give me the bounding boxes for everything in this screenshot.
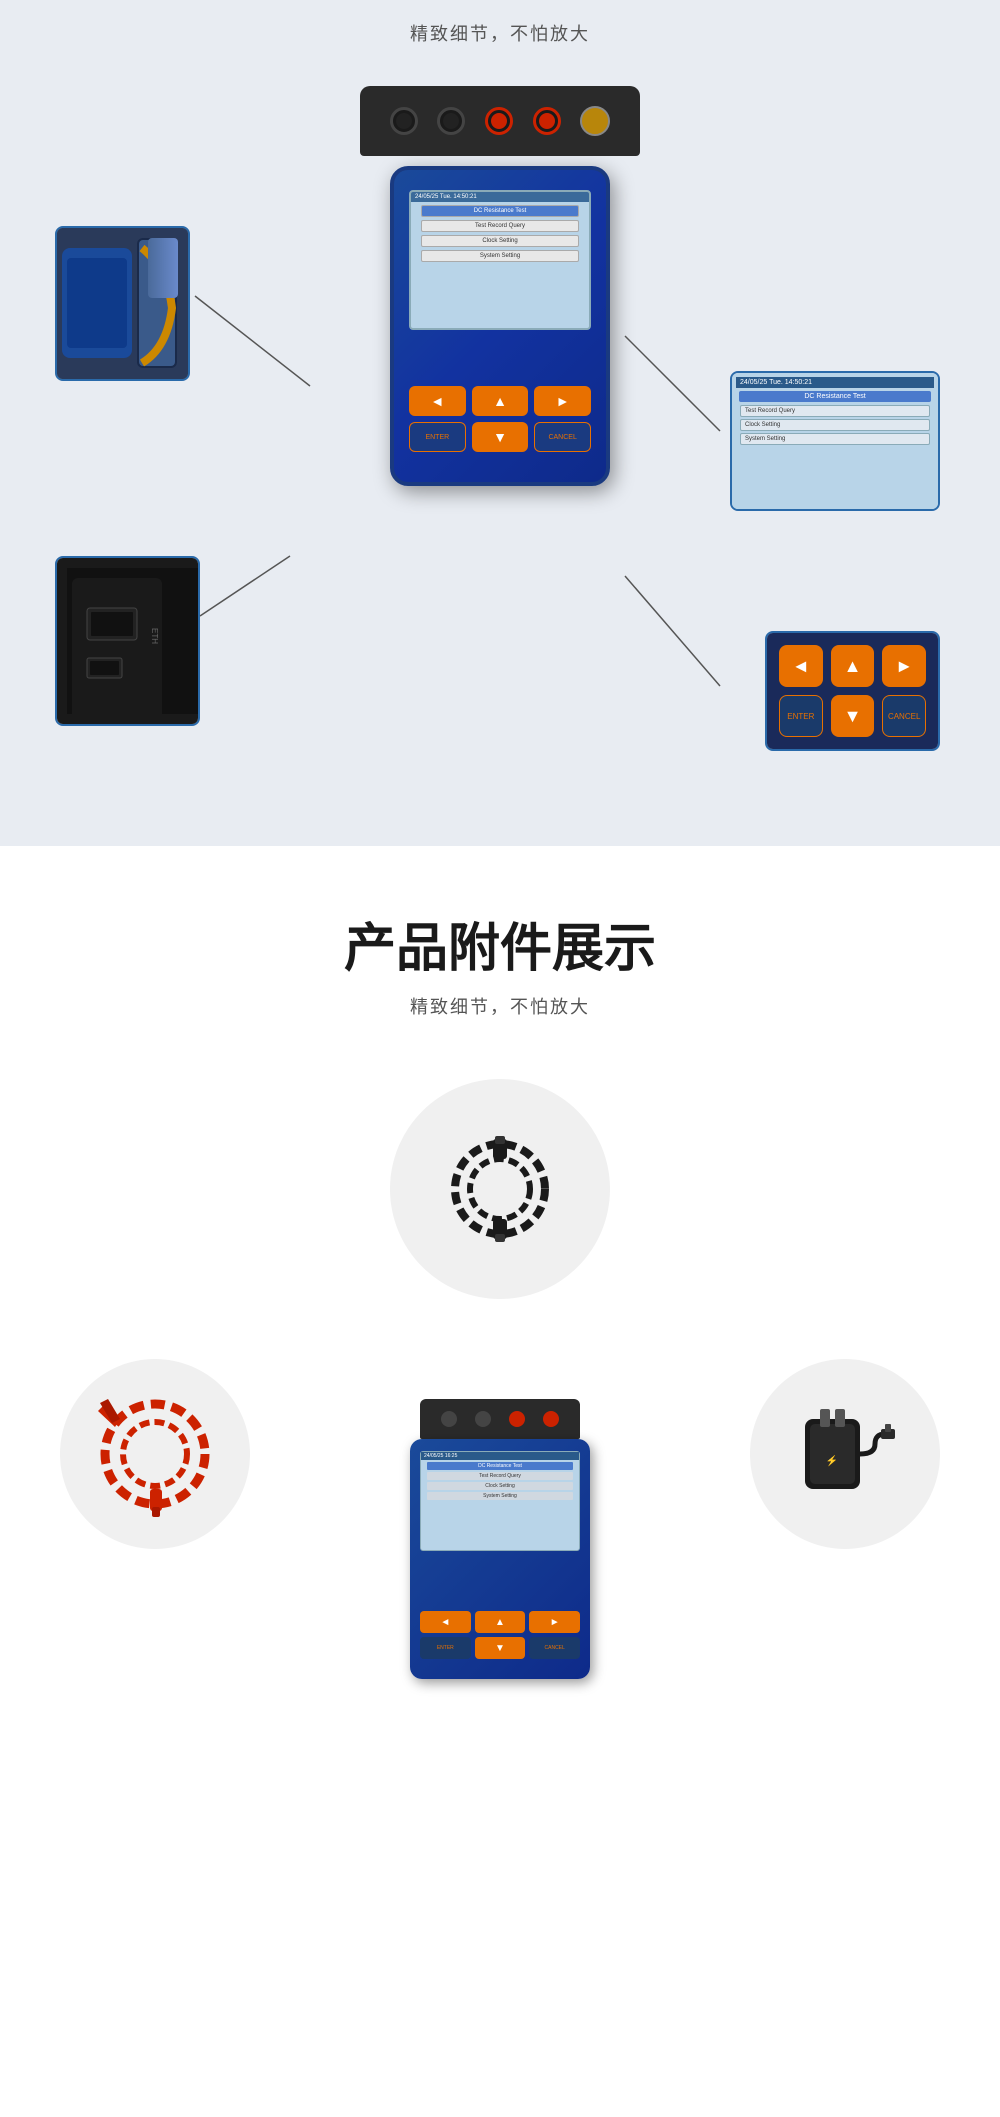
section2-accessories: 产品附件展示 精致细节，不怕放大	[0, 846, 1000, 1749]
mini-btns-grid: ◄ ▲ ► ENTER ▼ CANCEL	[420, 1611, 580, 1659]
mini-btn-enter[interactable]: ENTER	[420, 1637, 471, 1659]
zoom-btn-cancel[interactable]: CANCEL	[882, 695, 926, 737]
zoom-screen-menu-1: Test Record Query	[740, 405, 930, 417]
mini-pin-3	[509, 1411, 525, 1427]
mini-device: 24/05/25 16:25 DC Resistance Test Test R…	[400, 1399, 600, 1679]
red-clamp-drawing	[90, 1389, 220, 1519]
pin-ground	[580, 106, 610, 136]
zoom-btn-up[interactable]: ▲	[831, 645, 875, 687]
mini-btn-down[interactable]: ▼	[475, 1637, 526, 1659]
strap-photo	[57, 228, 188, 379]
pin-minus-u	[437, 107, 465, 135]
device-buttons-grid: ◄ ▲ ► ENTER ▼ CANCEL	[409, 386, 591, 452]
mini-pin-2	[475, 1411, 491, 1427]
btn-left[interactable]: ◄	[409, 386, 466, 416]
zoom-screen-menu-3: System Setting	[740, 433, 930, 445]
mini-btn-up[interactable]: ▲	[475, 1611, 526, 1633]
screen-menu-2: Clock Setting	[421, 235, 579, 247]
screen-title: DC Resistance Test	[421, 205, 579, 217]
pin-plus-u	[485, 107, 513, 135]
section1-product-detail: 精致细节，不怕放大 24/05/25 Tue. 14:50:21	[0, 0, 1000, 846]
acc-middle-row: 24/05/25 16:25 DC Resistance Test Test R…	[60, 1359, 940, 1679]
zoom-panel-buttons: ◄ ▲ ► ENTER ▼ CANCEL	[765, 631, 940, 751]
zoom-panel-ports: ETH	[55, 556, 200, 726]
mini-btn-right[interactable]: ►	[529, 1611, 580, 1633]
zoom-screen-date: 24/05/25 Tue. 14:50:21	[740, 379, 812, 386]
mini-pin-4	[543, 1411, 559, 1427]
mini-pin-1	[441, 1411, 457, 1427]
zoom-screen-menu-2: Clock Setting	[740, 419, 930, 431]
zoom-btn-right[interactable]: ►	[882, 645, 926, 687]
adapter-drawing: ⚡	[785, 1394, 905, 1514]
btn-up[interactable]: ▲	[472, 386, 529, 416]
pin-minus-i	[390, 107, 418, 135]
ports-photo: ETH	[57, 558, 198, 724]
screen-date: 24/05/25 Tue. 14:50:21	[415, 194, 477, 200]
mini-btn-left[interactable]: ◄	[420, 1611, 471, 1633]
zoom-screen-title: DC Resistance Test	[739, 391, 931, 402]
acc-device-center: 24/05/25 16:25 DC Resistance Test Test R…	[250, 1359, 750, 1679]
mini-btn-cancel[interactable]: CANCEL	[529, 1637, 580, 1659]
strap-illustration	[57, 228, 188, 379]
mini-body: 24/05/25 16:25 DC Resistance Test Test R…	[410, 1439, 590, 1679]
accessories-layout: 24/05/25 16:25 DC Resistance Test Test R…	[0, 1079, 1000, 1679]
screen-header: 24/05/25 Tue. 14:50:21	[411, 192, 589, 202]
btn-cancel[interactable]: CANCEL	[534, 422, 591, 452]
svg-text:ETH: ETH	[150, 628, 159, 644]
screen-menu-3: System Setting	[421, 250, 579, 262]
zoom-panel-strap	[55, 226, 190, 381]
mini-connector-block	[420, 1399, 580, 1439]
mini-screen-header: 24/05/25 16:25	[421, 1452, 579, 1460]
mini-screen-item-1: Test Record Query	[427, 1472, 573, 1480]
section2-title: 产品附件展示	[0, 906, 1000, 981]
acc-adapter-circle: ⚡	[750, 1359, 940, 1549]
connector-block	[360, 86, 640, 156]
acc-cable-circle	[390, 1079, 610, 1299]
pin-plus-i	[533, 107, 561, 135]
mini-screen-item-3: System Setting	[427, 1492, 573, 1500]
section1-subtitle: 精致细节，不怕放大	[0, 20, 1000, 46]
section2-subtitle: 精致细节，不怕放大	[0, 993, 1000, 1019]
mini-screen: 24/05/25 16:25 DC Resistance Test Test R…	[420, 1451, 580, 1551]
zoom-btn-enter[interactable]: ENTER	[779, 695, 823, 737]
ports-illustration: ETH	[67, 568, 200, 714]
zoom-panel-screen: 24/05/25 Tue. 14:50:21 DC Resistance Tes…	[730, 371, 940, 511]
mini-screen-title: DC Resistance Test	[427, 1462, 573, 1470]
screen-menu-1: Test Record Query	[421, 220, 579, 232]
diagram-area: 24/05/25 Tue. 14:50:21 DC Resistance Tes…	[0, 76, 1000, 806]
buttons-zoom-grid: ◄ ▲ ► ENTER ▼ CANCEL	[767, 633, 938, 749]
zoom-btn-left[interactable]: ◄	[779, 645, 823, 687]
zoom-screen-header: 24/05/25 Tue. 14:50:21	[736, 377, 934, 388]
mini-screen-item-2: Clock Setting	[427, 1482, 573, 1490]
screen-zoom-content: 24/05/25 Tue. 14:50:21 DC Resistance Tes…	[732, 373, 938, 509]
cable-drawing	[445, 1134, 555, 1244]
device-screen: 24/05/25 Tue. 14:50:21 DC Resistance Tes…	[409, 190, 591, 330]
btn-right[interactable]: ►	[534, 386, 591, 416]
btn-down[interactable]: ▼	[472, 422, 529, 452]
svg-text:⚡: ⚡	[826, 1454, 838, 1467]
btn-enter[interactable]: ENTER	[409, 422, 466, 452]
acc-red-clamp-circle	[60, 1359, 250, 1549]
device-body: 24/05/25 Tue. 14:50:21 DC Resistance Tes…	[390, 166, 610, 486]
zoom-btn-down[interactable]: ▼	[831, 695, 875, 737]
